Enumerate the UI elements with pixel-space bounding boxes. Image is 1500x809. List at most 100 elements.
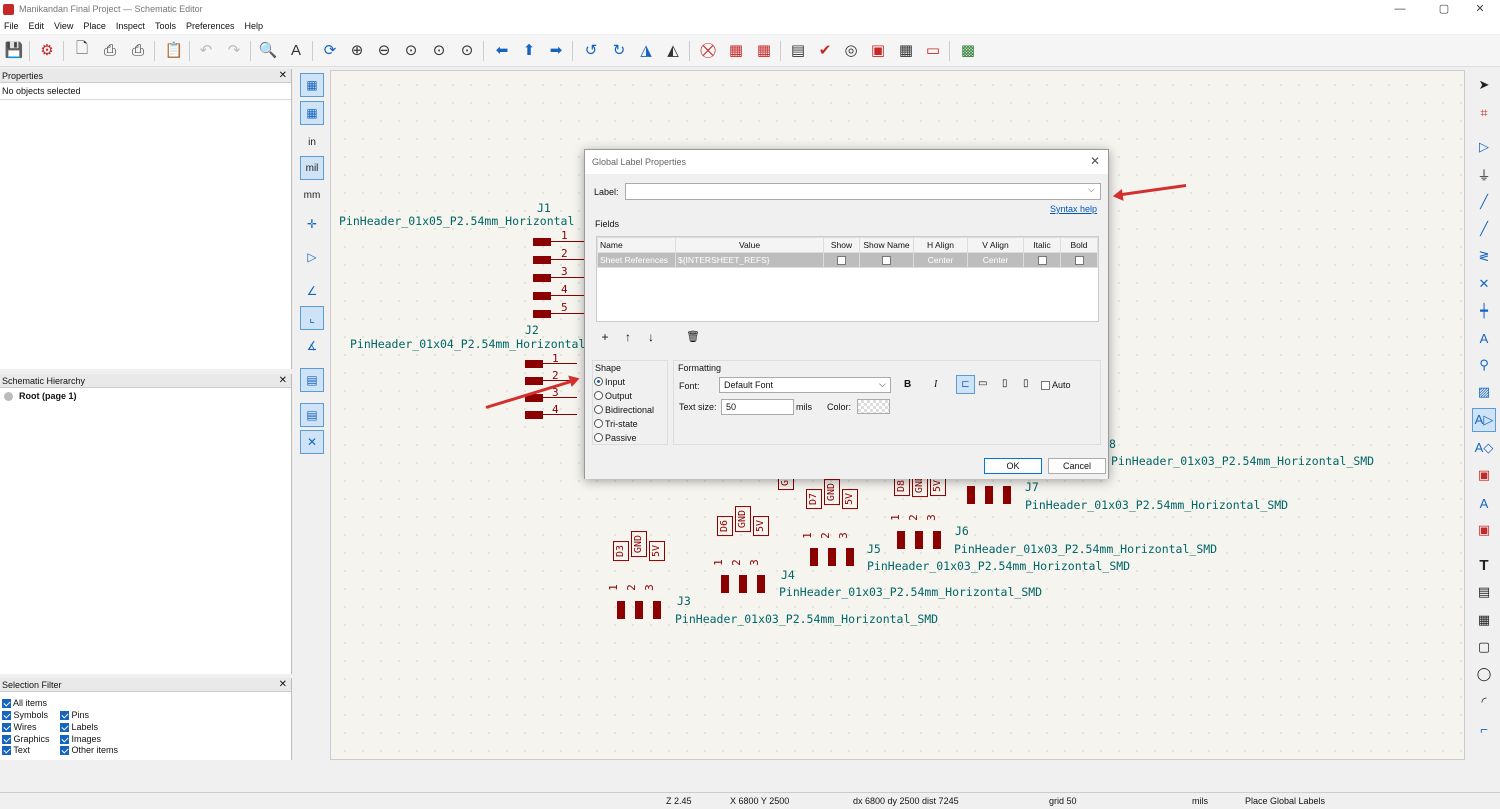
annotate-icon[interactable]: ▤ [787,39,809,61]
no-connect-icon[interactable]: ✕ [1472,272,1496,296]
highlight-net-icon[interactable]: ⌗ [1472,101,1496,125]
add-power-icon[interactable]: ⏚ [1472,162,1496,186]
filter-checkbox[interactable] [60,711,69,721]
menu-tools[interactable]: Tools [155,21,176,31]
cursor-style-icon[interactable]: ✛ [300,212,324,236]
arrow-up-icon[interactable]: ⬆ [518,39,540,61]
shape-input-label[interactable]: Input [605,377,625,387]
field-show-name-cell[interactable] [859,252,914,268]
color-swatch[interactable] [857,399,890,414]
filter-checkbox[interactable] [60,735,69,745]
italic-checkbox[interactable] [1037,256,1047,266]
add-polyline-icon[interactable]: ⌐ [1472,717,1496,741]
filter-checkbox[interactable] [2,746,11,756]
hidden-pins-icon[interactable]: ▷ [300,245,324,269]
units-inches-button[interactable]: in [300,130,324,154]
pcb-editor-icon[interactable]: ▩ [957,39,979,61]
field-bold-cell[interactable] [1060,252,1098,268]
zoom-fit-icon[interactable]: ⊙ [400,39,422,61]
col-h-align[interactable]: H Align [913,237,968,253]
menu-help[interactable]: Help [244,21,263,31]
plot-icon[interactable]: ⎙ [127,39,149,61]
col-bold[interactable]: Bold [1060,237,1098,253]
select-arrow-icon[interactable]: ➤ [1472,73,1496,97]
italic-button[interactable]: I [934,379,937,390]
add-table-icon[interactable]: ▦ [1472,608,1496,632]
add-label-icon[interactable]: A [1472,326,1496,350]
auto-checkbox-wrap[interactable]: Auto [1041,380,1071,391]
hierarchy-navigator-icon[interactable]: ▤ [300,403,324,427]
add-hierarchical-label-icon[interactable]: A◇ [1472,436,1496,460]
cancel-button[interactable]: Cancel [1048,458,1106,474]
filter-checkbox[interactable] [60,746,69,756]
rotate-ccw-icon[interactable]: ↺ [580,39,602,61]
align-top-icon[interactable]: ▯ [1002,378,1008,389]
add-symbol-icon[interactable]: ▷ [1472,135,1496,159]
dialog-close-icon[interactable]: ✕ [1090,154,1100,168]
filter-checkbox[interactable] [60,723,69,733]
refresh-icon[interactable]: ⟳ [319,39,341,61]
col-show[interactable]: Show [823,237,860,253]
print-icon[interactable]: ⎙ [99,39,121,61]
filter-labels[interactable]: Labels [60,722,98,733]
menu-file[interactable]: File [4,21,19,31]
label-input[interactable] [625,183,1101,200]
bom-icon[interactable]: ▦ [895,39,917,61]
filter-checkbox[interactable] [2,735,11,745]
filter-checkbox[interactable] [2,699,11,709]
field-italic-cell[interactable] [1023,252,1061,268]
add-arc-icon[interactable]: ◜ [1472,690,1496,714]
move-up-icon[interactable]: ↑ [620,329,636,345]
col-name[interactable]: Name [597,237,676,253]
bold-button[interactable]: B [904,379,911,390]
save-icon[interactable]: 💾 [3,39,25,61]
erc-icon[interactable]: ✔ [814,39,836,61]
add-global-label-icon[interactable]: A▷ [1472,408,1496,432]
shape-output-label[interactable]: Output [605,391,632,401]
units-mils-button[interactable]: mil [300,156,324,180]
minimize-button[interactable]: — [1380,0,1420,18]
text-size-input[interactable]: 50 [721,399,794,415]
assign-footprints-icon[interactable]: ▣ [867,39,889,61]
shape-passive-radio[interactable] [594,433,603,442]
zoom-objects-icon[interactable]: ⊙ [428,39,450,61]
simulator-icon[interactable]: ◎ [840,39,862,61]
add-rectangle-icon[interactable]: ▢ [1472,635,1496,659]
import-sheet-pin-icon[interactable]: ▣ [1472,518,1496,542]
maximize-button[interactable]: ▢ [1424,0,1464,18]
add-junction-icon[interactable]: ┿ [1472,299,1496,323]
grid-toggle-icon[interactable]: ▦ [300,73,324,97]
shape-passive-label[interactable]: Passive [605,433,637,443]
grid-override-icon[interactable]: ▦ [300,101,324,125]
page-settings-icon[interactable]: 🗋 [71,39,93,61]
undo-icon[interactable]: ↶ [195,39,217,61]
footprint-editor-icon[interactable]: ▦ [753,39,775,61]
schematic-setup-icon[interactable]: ⚙ [36,39,58,61]
show-name-checkbox[interactable] [882,256,891,266]
col-italic[interactable]: Italic [1023,237,1061,253]
filter-checkbox[interactable] [2,723,11,733]
mirror-horizontal-icon[interactable]: ◭ [662,39,684,61]
field-name-cell[interactable]: Sheet References [597,252,676,268]
filter-images[interactable]: Images [60,734,101,745]
add-textbox-icon[interactable]: ▤ [1472,580,1496,604]
col-show-name[interactable]: Show Name [859,237,914,253]
close-icon[interactable]: ✕ [279,69,287,83]
align-right-icon[interactable]: ▭ [978,378,987,389]
symbol-library-icon[interactable]: ▦ [725,39,747,61]
arrow-left-icon[interactable]: ⬅ [491,39,513,61]
add-wire-icon[interactable]: ╱ [1472,190,1496,214]
chevron-down-icon[interactable]: ⌵ [1088,184,1095,195]
edit-symbol-fields-icon[interactable]: ▭ [922,39,944,61]
add-bus-entry-icon[interactable]: ≷ [1472,244,1496,268]
rotate-cw-icon[interactable]: ↻ [608,39,630,61]
zoom-selection-icon[interactable]: ⊙ [456,39,478,61]
table-row[interactable]: Sheet References ${INTERSHEET_REFS} Cent… [597,252,1098,268]
shape-bidirectional-label[interactable]: Bidirectional [605,405,654,415]
syntax-help-link[interactable]: Syntax help [1050,204,1097,214]
filter-wires[interactable]: Wires [2,722,37,733]
redo-icon[interactable]: ↷ [223,39,245,61]
symbol-editor-icon[interactable]: ⛒ [697,39,719,61]
mirror-vertical-icon[interactable]: ◮ [635,39,657,61]
add-sheet-pin-icon[interactable]: A [1472,491,1496,515]
